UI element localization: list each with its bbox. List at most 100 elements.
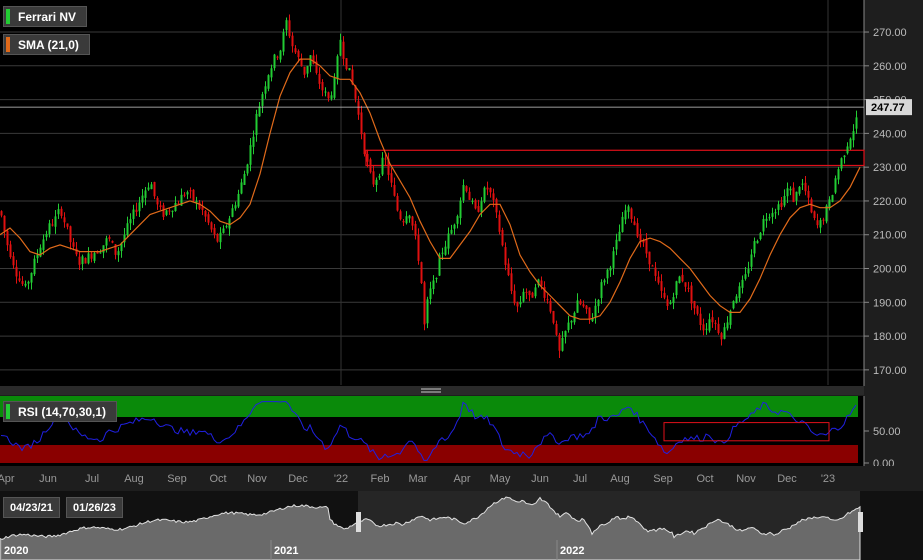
last-price-label: 247.77 [871, 102, 905, 114]
candle-body [552, 311, 555, 323]
candle-body [807, 190, 810, 198]
candle-body [774, 212, 777, 214]
candle-body [48, 223, 51, 235]
candle-body [30, 272, 33, 283]
candle-body [12, 256, 15, 266]
candle-body [597, 299, 600, 307]
candle-body [345, 58, 348, 70]
candle-body [165, 210, 168, 215]
candle-body [27, 281, 30, 284]
navigator-left-handle [356, 512, 361, 532]
candle-body [468, 191, 471, 200]
rsi-legend-tag[interactable]: RSI (14,70,30,1) [3, 401, 118, 422]
candle-body [270, 68, 273, 78]
candle-body [822, 219, 825, 221]
chart-root: 170.00 180.00 190.00 200.00 210.00 220.00 230.… [0, 0, 923, 560]
candle-body [711, 317, 714, 323]
candle-body [549, 300, 552, 312]
candle-body [474, 200, 477, 209]
navigator-start-date[interactable]: 04/23/21 [3, 497, 60, 518]
candle-body [795, 191, 798, 201]
candle-body [654, 267, 657, 276]
candle-body [285, 20, 288, 31]
chart-canvas: 170.00 180.00 190.00 200.00 210.00 220.00 230.… [0, 0, 923, 560]
candle-body [150, 184, 153, 190]
candle-body [681, 274, 684, 282]
candle-body [564, 330, 567, 337]
candle-body [126, 223, 129, 235]
candle-body [324, 91, 327, 93]
candle-body [453, 224, 456, 229]
navigator-year-label: 2020 [4, 545, 28, 557]
candle-body [747, 269, 750, 274]
candle-body [147, 187, 150, 190]
candle-body [321, 81, 324, 91]
candle-body [702, 324, 705, 331]
candle-body [708, 319, 711, 331]
price-tick-label: 210.00 [873, 230, 907, 242]
sma-legend-tag[interactable]: SMA (21,0) [3, 34, 90, 55]
candle-body [372, 171, 375, 185]
candle-body [327, 92, 330, 99]
candle-body [258, 106, 261, 117]
candle-body [831, 195, 834, 202]
candle-body [111, 240, 114, 243]
candle-body [582, 304, 585, 307]
candle-body [51, 224, 54, 226]
candle-body [441, 252, 444, 254]
candle-body [252, 136, 255, 147]
candle-body [570, 320, 573, 323]
candle-body [624, 210, 627, 220]
candle-body [393, 184, 396, 196]
candle-body [810, 199, 813, 213]
price-legend-tag[interactable]: Ferrari NV [3, 6, 88, 27]
candle-body [357, 101, 360, 115]
candle-body [834, 178, 837, 193]
month-label: '23 [821, 473, 835, 485]
candle-body [675, 281, 678, 296]
candle-body [87, 253, 90, 264]
candle-body [696, 306, 699, 314]
candle-body [672, 297, 675, 304]
candle-body [78, 256, 81, 265]
candle-body [399, 211, 402, 220]
price-tick-label: 190.00 [873, 297, 907, 309]
month-label: Apr [453, 473, 470, 485]
navigator-end-date[interactable]: 01/26/23 [66, 497, 123, 518]
price-panel-bg [0, 0, 864, 386]
month-label: Dec [288, 473, 308, 485]
candle-body [759, 232, 762, 240]
candle-body [660, 281, 663, 291]
candle-body [318, 73, 321, 84]
candle-body [69, 226, 72, 243]
month-label: Nov [736, 473, 756, 485]
month-label: Feb [371, 473, 390, 485]
candle-body [183, 194, 186, 196]
navigator-start-label: 04/23/21 [10, 502, 53, 514]
candle-body [753, 241, 756, 254]
candle-body [423, 282, 426, 325]
candle-body [744, 274, 747, 279]
candle-body [600, 282, 603, 299]
candle-body [360, 112, 363, 135]
candle-body [504, 247, 507, 265]
candle-body [645, 240, 648, 254]
candle-body [426, 299, 429, 324]
candle-body [381, 157, 384, 175]
candle-body [192, 189, 195, 201]
candle-body [264, 86, 267, 94]
candle-body [66, 223, 69, 227]
candle-body [189, 190, 192, 192]
candle-body [510, 273, 513, 291]
candle-body [45, 233, 48, 238]
candle-body [159, 205, 162, 207]
candle-body [348, 68, 351, 71]
candle-body [843, 155, 846, 158]
month-label: Aug [610, 473, 630, 485]
candle-body [609, 267, 612, 271]
candle-body [723, 327, 726, 339]
candle-body [783, 195, 786, 206]
candle-body [528, 290, 531, 296]
candle-body [57, 209, 60, 215]
candle-body [444, 246, 447, 255]
